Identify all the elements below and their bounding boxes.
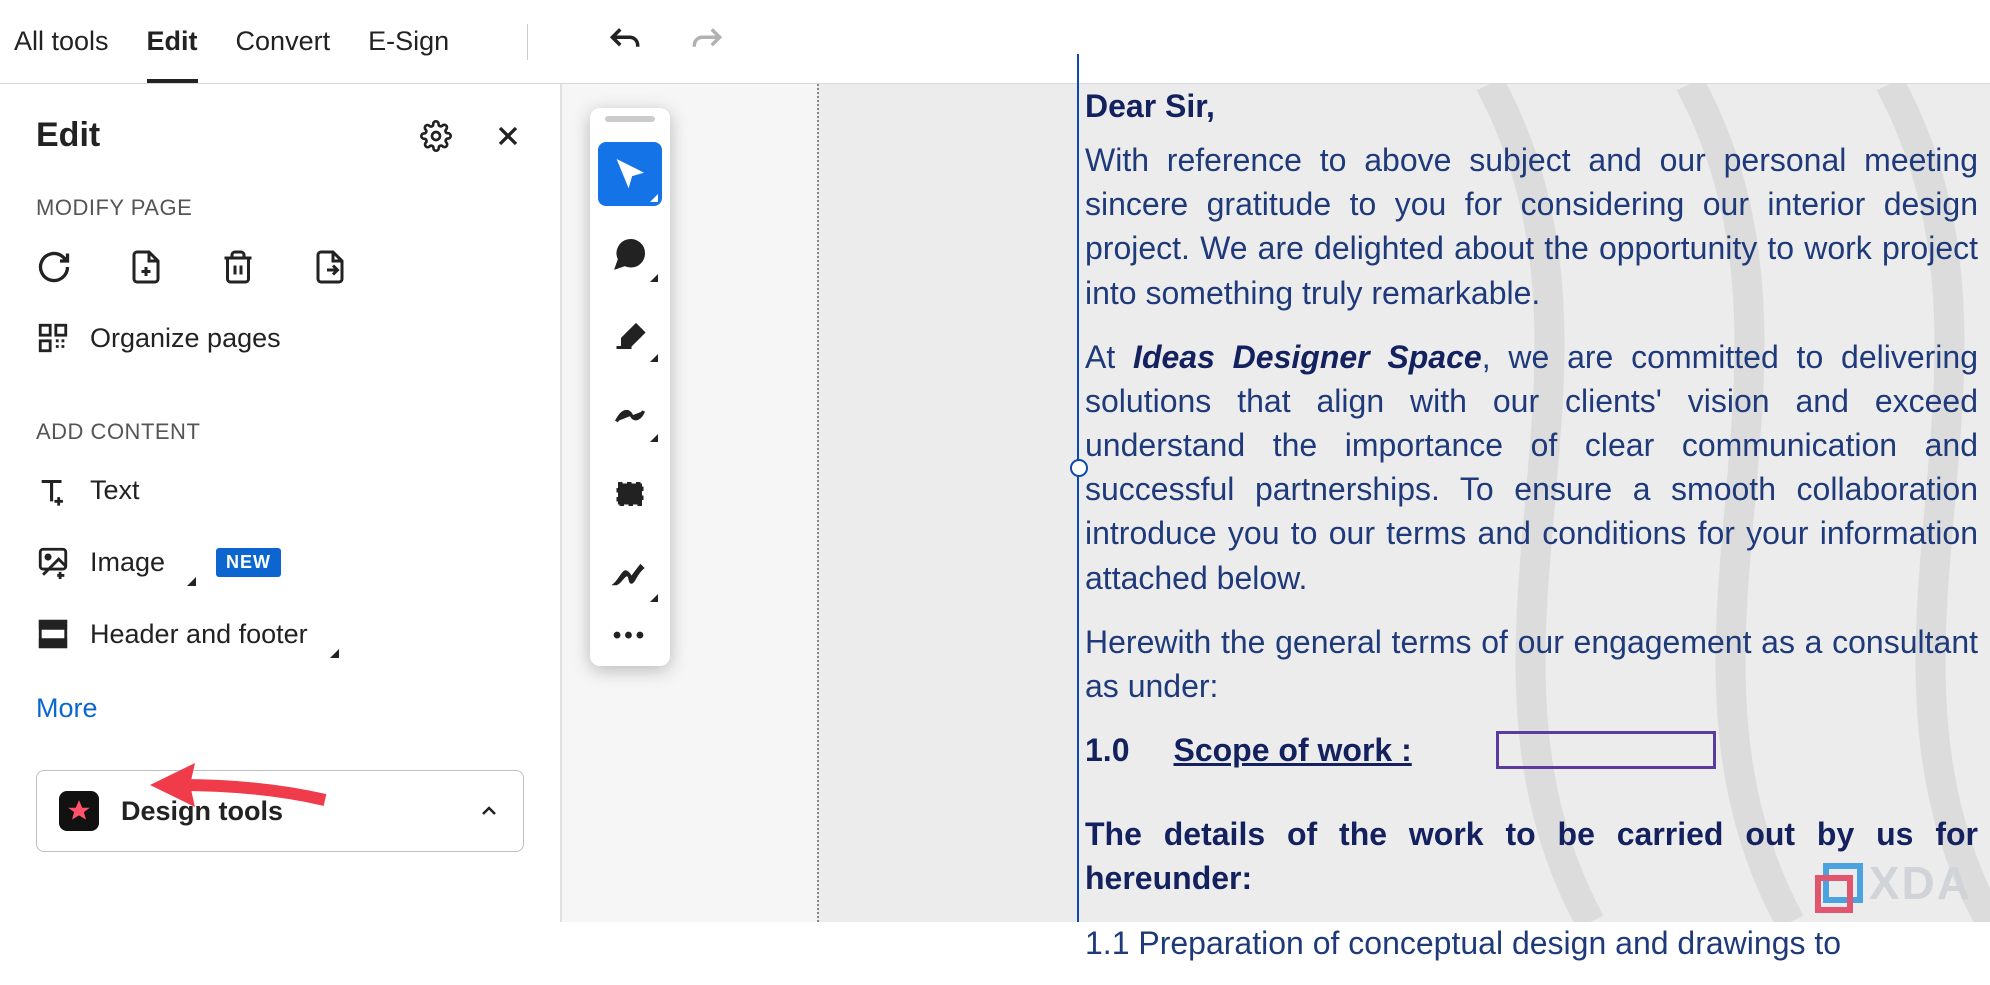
add-image-button[interactable]: Image NEW <box>36 545 524 579</box>
doc-greeting: Dear Sir, <box>1085 88 1215 124</box>
xda-watermark: XDA <box>1823 856 1972 910</box>
text-selection-edge <box>1077 54 1079 922</box>
top-toolbar: All tools Edit Convert E-Sign <box>0 0 1990 84</box>
doc-item-1-1: 1.1 Preparation of conceptual design and… <box>1085 921 1978 965</box>
textbox-tool-button[interactable] <box>598 462 662 526</box>
menu-edit[interactable]: Edit <box>147 26 198 57</box>
document-viewport[interactable]: Dear Sir, With reference to above subjec… <box>817 84 1990 922</box>
doc-paragraph-3: Herewith the general terms of our engage… <box>1085 620 1978 708</box>
design-tools-icon <box>59 791 99 831</box>
design-tools-label: Design tools <box>121 796 283 827</box>
sidepanel-header: Edit <box>36 116 524 155</box>
doc-company-name: Ideas Designer Space <box>1133 339 1482 375</box>
doc-scope-title: Scope of work : <box>1173 728 1411 772</box>
close-icon[interactable] <box>492 120 524 152</box>
trash-icon[interactable] <box>220 249 256 285</box>
edit-sidepanel: Edit MODIFY PAGE Organize pages ADD CONT… <box>0 84 560 884</box>
textbox-icon <box>612 476 648 512</box>
chevron-up-icon <box>477 799 501 823</box>
menu-all-tools[interactable]: All tools <box>14 26 109 57</box>
modify-page-actions <box>36 249 524 285</box>
header-footer-label: Header and footer <box>90 619 308 650</box>
page-left-edge <box>817 84 819 922</box>
section-modify-page: MODIFY PAGE <box>36 195 524 221</box>
drag-handle-icon[interactable] <box>605 116 655 122</box>
doc-paragraph-2: At Ideas Designer Space, we are committe… <box>1085 335 1978 600</box>
header-footer-button[interactable]: Header and footer <box>36 617 524 651</box>
doc-scope-row: 1.0 Scope of work : <box>1085 728 1978 772</box>
rotate-icon[interactable] <box>36 249 72 285</box>
select-tool-button[interactable] <box>598 142 662 206</box>
xda-logo-icon <box>1823 863 1863 903</box>
gear-icon[interactable] <box>420 120 452 152</box>
organize-pages-label: Organize pages <box>90 323 281 354</box>
submenu-indicator-icon <box>185 547 196 578</box>
menu-convert[interactable]: Convert <box>236 26 331 57</box>
organize-icon <box>36 321 70 355</box>
undo-icon[interactable] <box>606 23 644 61</box>
sidepanel-title: Edit <box>36 116 100 155</box>
new-badge: NEW <box>216 548 281 577</box>
section-add-content: ADD CONTENT <box>36 419 524 445</box>
comment-icon <box>612 236 648 272</box>
draw-icon <box>612 396 648 432</box>
highlight-tool-button[interactable] <box>598 302 662 366</box>
comment-tool-button[interactable] <box>598 222 662 286</box>
menu-esign[interactable]: E-Sign <box>368 26 449 57</box>
submenu-indicator-icon <box>328 619 339 650</box>
header-footer-icon <box>36 617 70 651</box>
floating-toolbar[interactable]: ••• <box>590 108 670 666</box>
image-icon <box>36 545 70 579</box>
doc-paragraph-1: With reference to above subject and our … <box>1085 138 1978 315</box>
add-text-label: Text <box>90 475 140 506</box>
toolbar-divider <box>527 24 528 60</box>
organize-pages-button[interactable]: Organize pages <box>36 321 524 355</box>
more-tools-button[interactable]: ••• <box>613 622 647 650</box>
document-body[interactable]: Dear Sir, With reference to above subjec… <box>1085 84 1990 985</box>
doc-scope-number: 1.0 <box>1085 728 1129 772</box>
insert-page-icon[interactable] <box>128 249 164 285</box>
add-text-button[interactable]: Text <box>36 473 524 507</box>
redo-icon[interactable] <box>688 23 726 61</box>
undo-redo-group <box>606 23 726 61</box>
more-link[interactable]: More <box>36 693 98 724</box>
extract-page-icon[interactable] <box>312 249 348 285</box>
text-icon <box>36 473 70 507</box>
cursor-icon <box>612 156 648 192</box>
highlight-icon <box>612 316 648 352</box>
sign-icon <box>612 556 648 592</box>
draw-tool-button[interactable] <box>598 382 662 446</box>
doc-selection-box[interactable] <box>1496 731 1716 769</box>
add-image-label: Image <box>90 547 165 578</box>
design-tools-expander[interactable]: Design tools <box>36 770 524 852</box>
sign-tool-button[interactable] <box>598 542 662 606</box>
